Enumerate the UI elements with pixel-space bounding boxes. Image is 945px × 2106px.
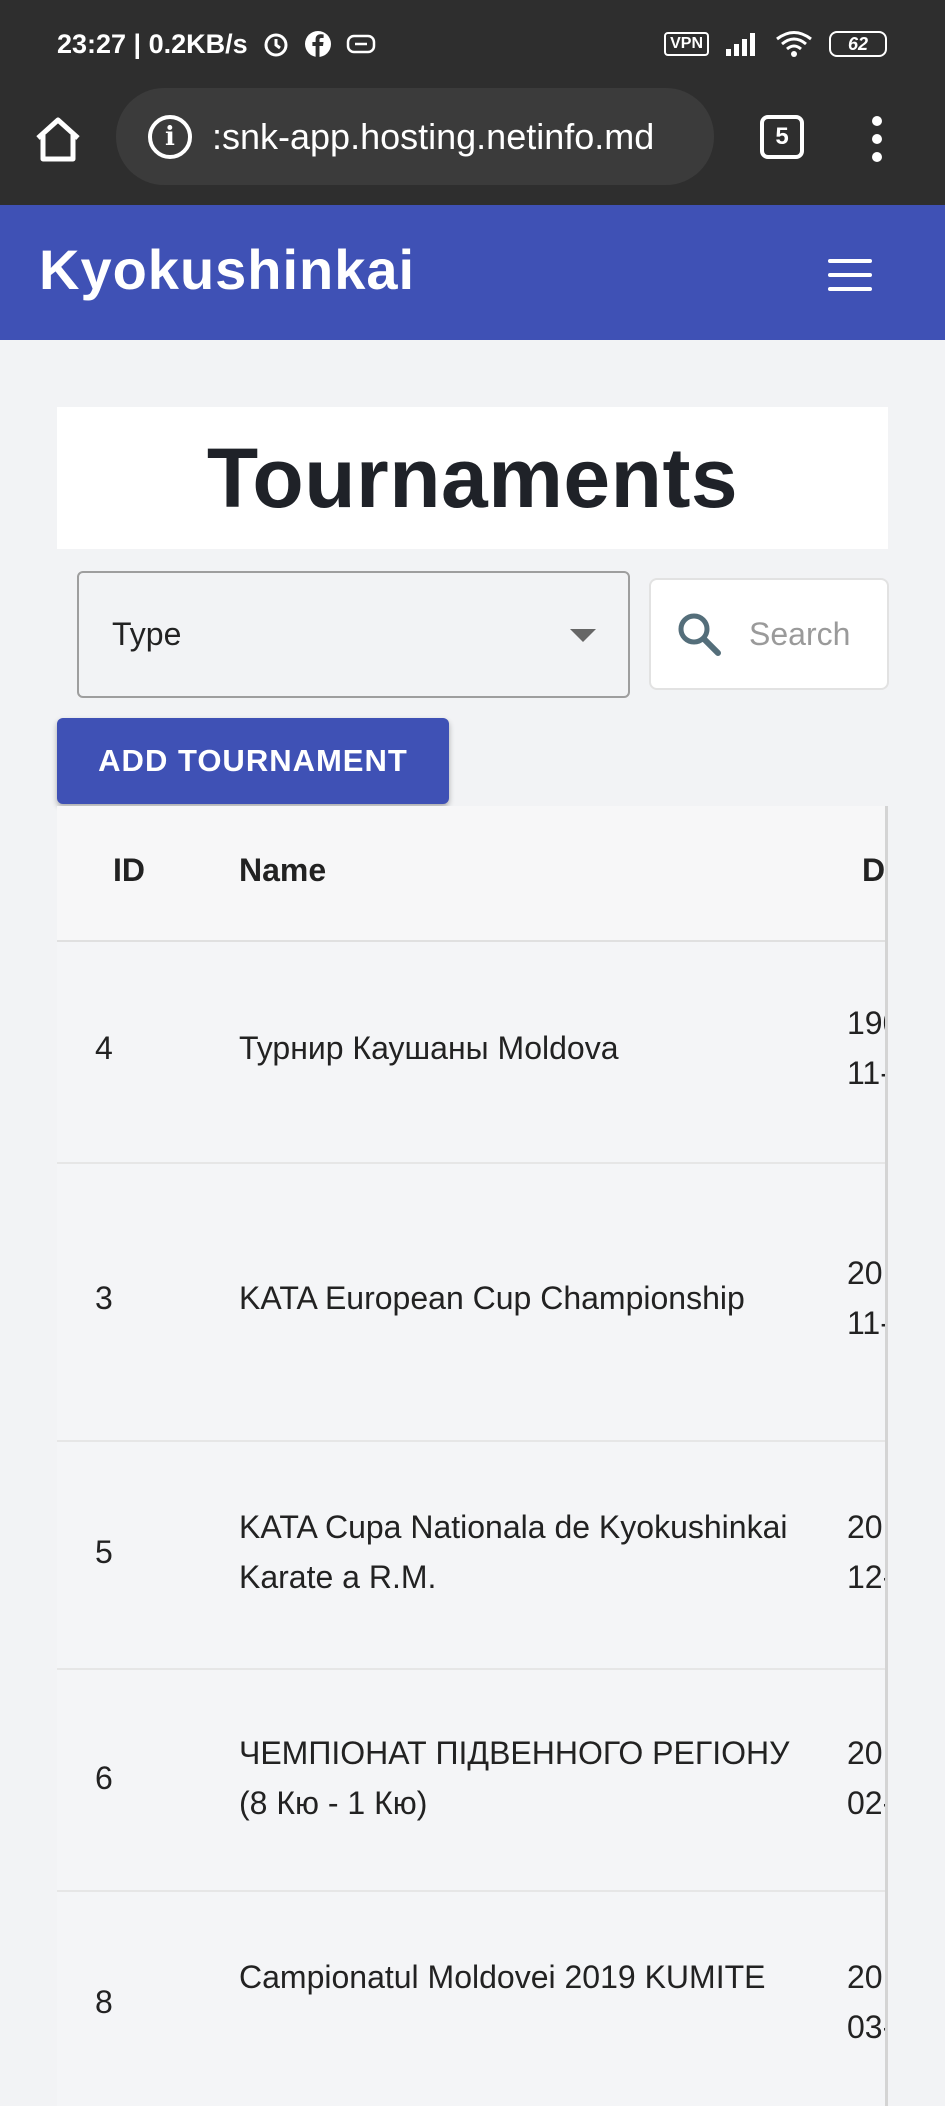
- app-bar: Kyokushinkai: [0, 205, 945, 340]
- page-title-card: Tournaments: [57, 407, 888, 549]
- column-header-date[interactable]: Da: [862, 852, 885, 889]
- search-icon: [678, 613, 721, 656]
- vpn-badge: VPN: [664, 32, 709, 56]
- table-row[interactable]: 6 ЧЕМПІОНАТ ПІДВЕННОГО РЕГІОНУ (8 Кю - 1…: [57, 1670, 885, 1892]
- row-name: KATA Cupa Nationala de Kyokushinkai Kara…: [239, 1509, 788, 1595]
- row-id: 8: [95, 1984, 113, 2020]
- dropdown-arrow-icon: [570, 629, 596, 642]
- search-box[interactable]: [649, 578, 889, 690]
- row-date-line-2: 11-: [847, 1055, 888, 1091]
- battery-indicator: 62: [829, 31, 887, 57]
- status-left: 23:27 | 0.2KB/s: [57, 29, 376, 60]
- url-text: :snk-app.hosting.netinfo.md: [212, 115, 655, 157]
- row-date-line-2: 11-: [847, 1305, 888, 1341]
- search-input[interactable]: [747, 614, 867, 654]
- row-date-line-1: 201: [847, 1735, 885, 1771]
- type-select-label: Type: [112, 616, 182, 652]
- table-header: ID Name Da: [57, 806, 885, 942]
- table-row[interactable]: 5 KATA Cupa Nationala de Kyokushinkai Ka…: [57, 1442, 885, 1670]
- add-tournament-button[interactable]: ADD TOURNAMENT: [57, 718, 449, 804]
- row-id: 6: [95, 1760, 113, 1796]
- status-bar: 23:27 | 0.2KB/s VPN 62: [0, 0, 945, 88]
- table-row[interactable]: 8 Campionatul Moldovei 2019 KUMITE 201 0…: [57, 1892, 885, 2106]
- row-name: KATA European Cup Championship: [239, 1280, 745, 1316]
- page-title: Tournaments: [206, 430, 739, 525]
- app-title[interactable]: Kyokushinkai: [39, 237, 415, 302]
- signal-icon: [726, 33, 755, 56]
- row-id: 4: [95, 1030, 113, 1066]
- row-name: Campionatul Moldovei 2019 KUMITE: [239, 1959, 766, 1995]
- table-row[interactable]: 4 Турнир Каушаны Moldova 190 11-: [57, 942, 885, 1164]
- row-id: 3: [95, 1280, 113, 1316]
- row-date-line-2: 02-: [847, 1785, 885, 1821]
- status-time-speed: 23:27 | 0.2KB/s: [57, 28, 248, 59]
- type-select[interactable]: Type: [77, 571, 630, 698]
- row-id: 5: [95, 1534, 113, 1570]
- browser-menu-icon[interactable]: [862, 116, 892, 162]
- info-icon[interactable]: i: [148, 114, 192, 159]
- link-chip-icon: [346, 34, 375, 54]
- column-header-id[interactable]: ID: [113, 852, 145, 889]
- tournaments-table: ID Name Da 4 Турнир Каушаны Moldova 190 …: [57, 806, 888, 2106]
- column-header-name[interactable]: Name: [239, 852, 326, 889]
- row-date-line-1: 201: [847, 1255, 885, 1291]
- home-icon[interactable]: [32, 114, 84, 166]
- row-name: ЧЕМПІОНАТ ПІДВЕННОГО РЕГІОНУ (8 Кю - 1 К…: [239, 1735, 790, 1821]
- row-name: Турнир Каушаны Moldova: [239, 1030, 619, 1066]
- status-right: VPN 62: [664, 30, 887, 58]
- row-date-line-2: 03-: [847, 2009, 885, 2045]
- hamburger-menu-icon[interactable]: [828, 259, 872, 291]
- facebook-icon: [304, 31, 331, 57]
- alarm-icon: [264, 33, 288, 57]
- row-date-line-1: 201: [847, 1959, 885, 1995]
- table-row[interactable]: 3 KATA European Cup Championship 201 11-: [57, 1164, 885, 1442]
- wifi-icon: [776, 31, 812, 57]
- browser-toolbar: i :snk-app.hosting.netinfo.md 5: [0, 88, 945, 205]
- row-date-line-1: 201: [847, 1509, 885, 1545]
- row-date-line-1: 190: [847, 1005, 885, 1041]
- tab-switcher-button[interactable]: 5: [760, 115, 804, 159]
- row-date-line-2: 12-: [847, 1559, 885, 1595]
- url-bar[interactable]: i :snk-app.hosting.netinfo.md: [116, 88, 714, 185]
